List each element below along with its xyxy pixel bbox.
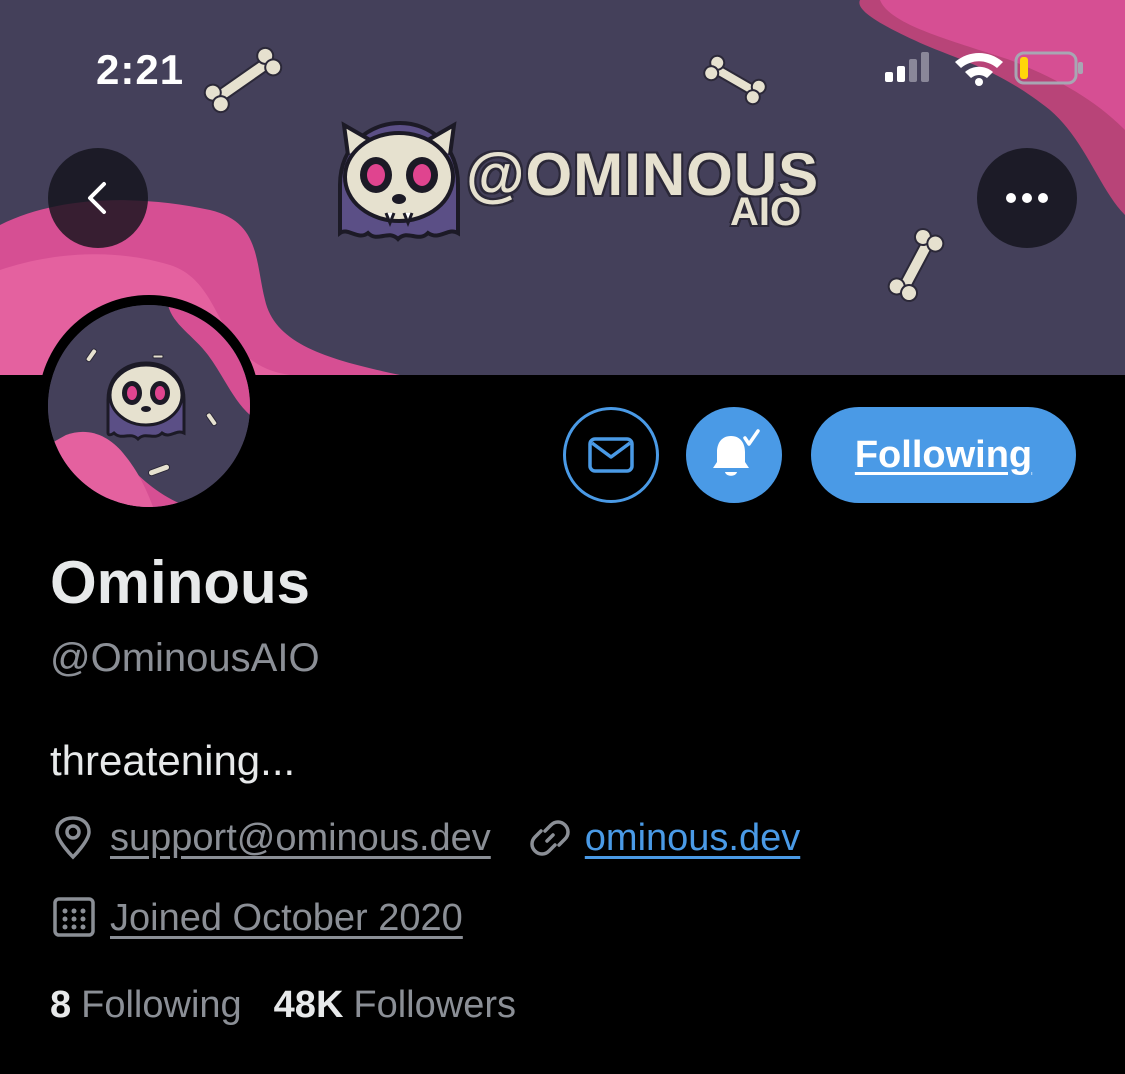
banner-brand-sub: AIO (730, 190, 802, 234)
following-button[interactable]: Following (811, 407, 1076, 503)
calendar-icon (52, 895, 98, 941)
link-icon (527, 815, 573, 861)
following-label: Following (81, 984, 242, 1026)
following-stat[interactable]: 8 Following (50, 984, 242, 1027)
envelope-icon (588, 437, 634, 473)
chevron-left-icon (88, 182, 106, 214)
follow-stats: 8 Following 48K Followers (50, 984, 516, 1027)
avatar-image (48, 305, 250, 507)
display-name: Ominous (50, 549, 311, 616)
website-link[interactable]: ominous.dev (585, 817, 800, 860)
skull-avatar-icon (48, 305, 250, 507)
bell-check-icon (713, 429, 760, 476)
status-indicators (885, 48, 1085, 92)
followers-label: Followers (353, 984, 516, 1026)
user-handle: @OminousAIO (50, 636, 320, 680)
followers-count: 48K (273, 984, 344, 1026)
bio-text: threatening... (50, 737, 296, 784)
back-button[interactable] (48, 148, 148, 248)
joined-row: Joined October 2020 (52, 895, 463, 941)
notifications-button[interactable] (686, 407, 782, 503)
message-button[interactable] (563, 407, 659, 503)
followers-stat[interactable]: 48K Followers (274, 984, 516, 1027)
location-row: support@ominous.dev ominous.dev (52, 815, 800, 861)
location-link[interactable]: support@ominous.dev (110, 817, 491, 860)
more-options-button[interactable] (977, 148, 1077, 248)
following-count: 8 (50, 984, 72, 1026)
avatar[interactable] (38, 295, 260, 517)
status-time: 2:21 (96, 46, 185, 93)
signal-wifi-battery-icon (885, 51, 1083, 86)
location-pin-icon (52, 815, 98, 861)
joined-date: Joined October 2020 (110, 896, 463, 939)
ellipsis-icon (1006, 193, 1048, 203)
